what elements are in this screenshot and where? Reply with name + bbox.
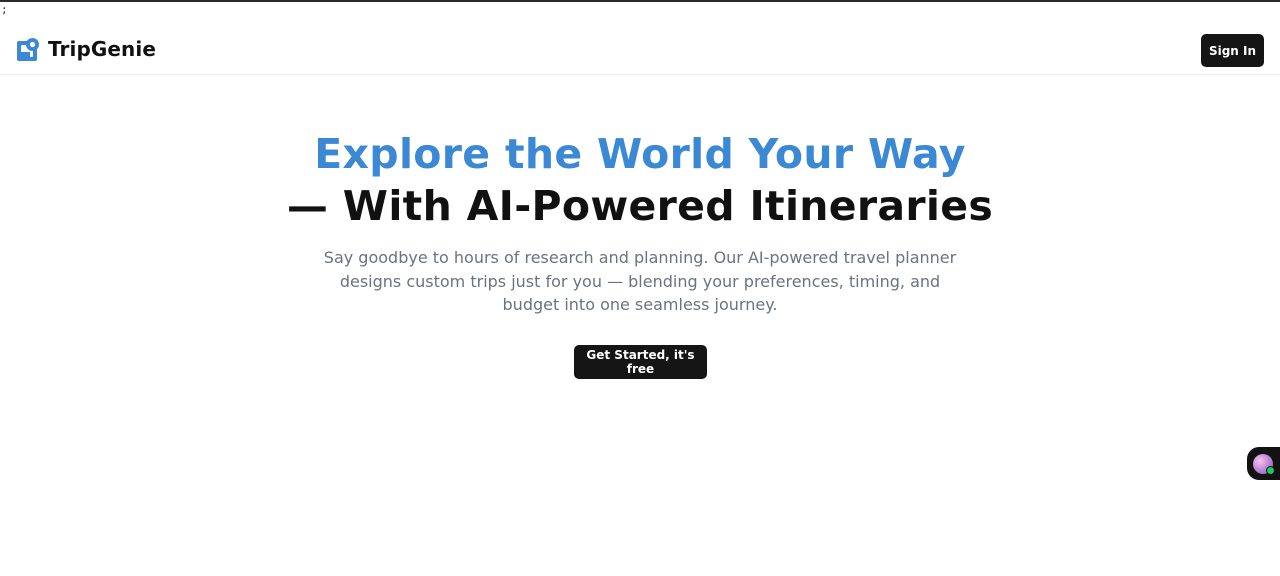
hero-title-line-1: Explore the World Your Way bbox=[314, 130, 966, 178]
brand-link[interactable]: TripGenie bbox=[17, 37, 156, 61]
chat-assistant-avatar-icon bbox=[1253, 453, 1275, 475]
chat-widget-button[interactable] bbox=[1247, 447, 1280, 480]
hero-subtitle: Say goodbye to hours of research and pla… bbox=[323, 248, 957, 314]
site-header: TripGenie Sign In bbox=[0, 2, 1280, 75]
brand-name: TripGenie bbox=[48, 37, 157, 61]
online-status-dot bbox=[1266, 465, 1275, 475]
hero-title-line-2: — With AI-Powered Itineraries bbox=[286, 182, 994, 230]
sign-in-button[interactable]: Sign In bbox=[1201, 34, 1264, 67]
tripgenie-logo-icon bbox=[17, 37, 39, 61]
get-started-button[interactable]: Get Started, it's free bbox=[574, 345, 707, 379]
